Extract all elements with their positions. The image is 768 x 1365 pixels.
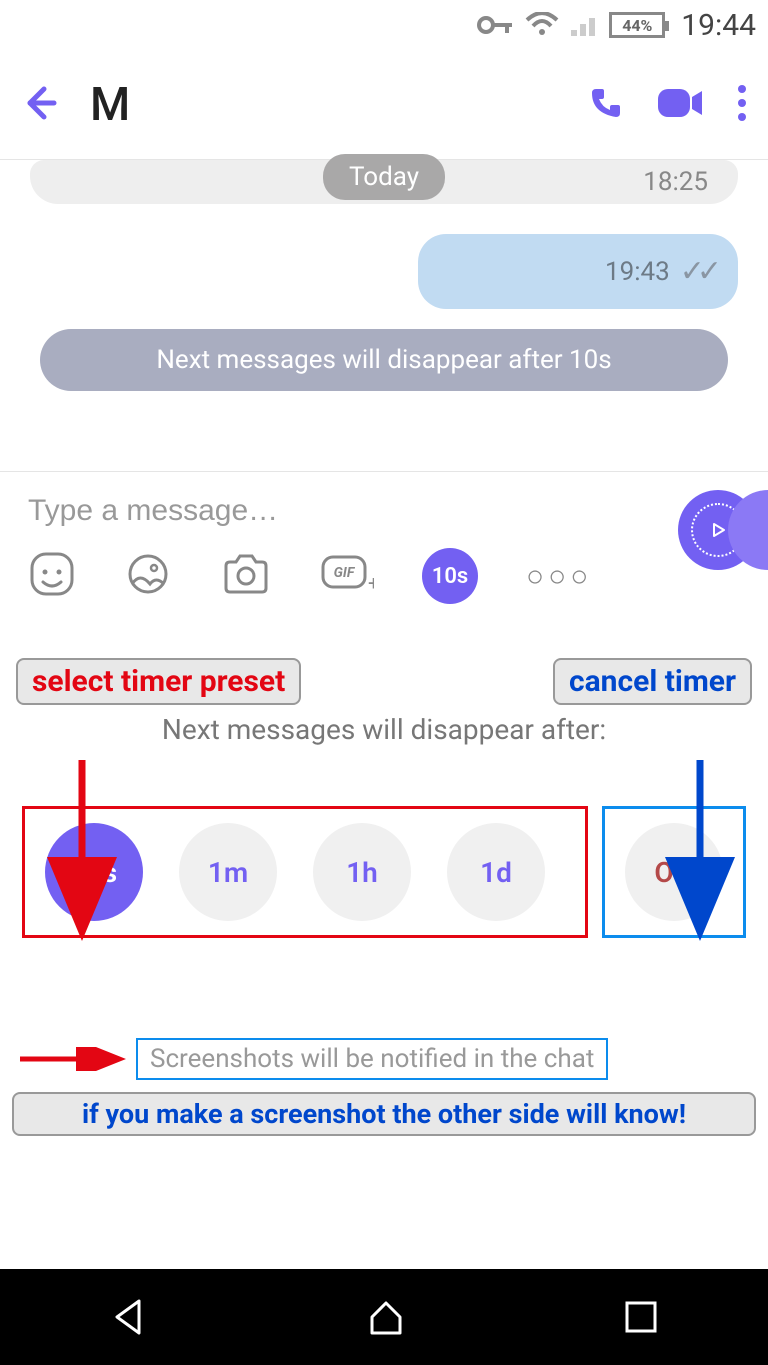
vpn-key-icon bbox=[477, 13, 515, 37]
message-input[interactable] bbox=[28, 494, 526, 528]
wifi-icon bbox=[525, 12, 559, 38]
timer-preset-10s[interactable]: 10s bbox=[45, 823, 143, 921]
timer-preset-1d[interactable]: 1d bbox=[447, 823, 545, 921]
nav-home-icon[interactable] bbox=[364, 1295, 408, 1339]
sent-message[interactable]: 19:43 ✓✓ bbox=[418, 234, 738, 309]
gif-icon[interactable]: GIF + bbox=[320, 554, 374, 598]
chat-area[interactable]: Today 18:25 19:43 ✓✓ Next messages will … bbox=[0, 160, 768, 471]
clock: 19:44 bbox=[681, 8, 756, 43]
annotation-select-preset: select timer preset bbox=[16, 658, 301, 705]
timer-preset-panel: 10s 1m 1h 1d Off bbox=[0, 746, 768, 958]
date-separator: Today bbox=[323, 154, 445, 200]
annotation-warning: if you make a screenshot the other side … bbox=[12, 1092, 756, 1136]
screenshot-notice: Screenshots will be notified in the chat bbox=[136, 1038, 608, 1080]
sticker-icon[interactable] bbox=[28, 550, 76, 602]
notice-row: Screenshots will be notified in the chat bbox=[0, 958, 768, 1086]
svg-text:+: + bbox=[368, 571, 374, 594]
svg-text:GIF: GIF bbox=[334, 565, 356, 581]
battery-icon: 44% bbox=[609, 12, 665, 38]
timer-preset-group: 10s 1m 1h 1d bbox=[22, 806, 588, 938]
system-message: Next messages will disappear after 10s bbox=[40, 329, 728, 391]
chat-header: M bbox=[0, 50, 768, 160]
camera-icon[interactable] bbox=[220, 552, 272, 600]
battery-percent: 44% bbox=[622, 16, 652, 35]
previous-message-stub[interactable]: Today 18:25 bbox=[30, 160, 738, 204]
back-arrow-icon[interactable] bbox=[20, 83, 60, 127]
read-receipt-icon: ✓✓ bbox=[680, 254, 714, 289]
timer-off-group: Off bbox=[602, 806, 746, 938]
nav-recents-icon[interactable] bbox=[621, 1297, 661, 1337]
timer-preset-1h[interactable]: 1h bbox=[313, 823, 411, 921]
message-time: 18:25 bbox=[643, 167, 708, 197]
gallery-icon[interactable] bbox=[124, 550, 172, 602]
video-call-icon[interactable] bbox=[656, 85, 706, 125]
timer-panel-description: Next messages will disappear after: bbox=[0, 713, 768, 746]
message-time: 19:43 bbox=[605, 257, 670, 287]
annotation-row: select timer preset cancel timer bbox=[0, 628, 768, 709]
timer-preset-1m[interactable]: 1m bbox=[179, 823, 277, 921]
status-bar: 44% 19:44 bbox=[0, 0, 768, 50]
annotation-arrow-icon bbox=[16, 1047, 126, 1071]
voice-call-icon[interactable] bbox=[586, 83, 626, 127]
contact-name[interactable]: M bbox=[90, 78, 556, 132]
more-menu-icon[interactable] bbox=[736, 83, 748, 127]
android-nav-bar bbox=[0, 1269, 768, 1365]
message-composer: GIF + 10s ○○○ bbox=[0, 471, 768, 628]
timer-chip[interactable]: 10s bbox=[422, 548, 478, 604]
more-tools-icon[interactable]: ○○○ bbox=[526, 559, 592, 594]
annotation-cancel-timer: cancel timer bbox=[553, 658, 752, 705]
nav-back-icon[interactable] bbox=[107, 1295, 151, 1339]
cellular-icon bbox=[569, 12, 599, 38]
timer-preset-off[interactable]: Off bbox=[625, 823, 723, 921]
